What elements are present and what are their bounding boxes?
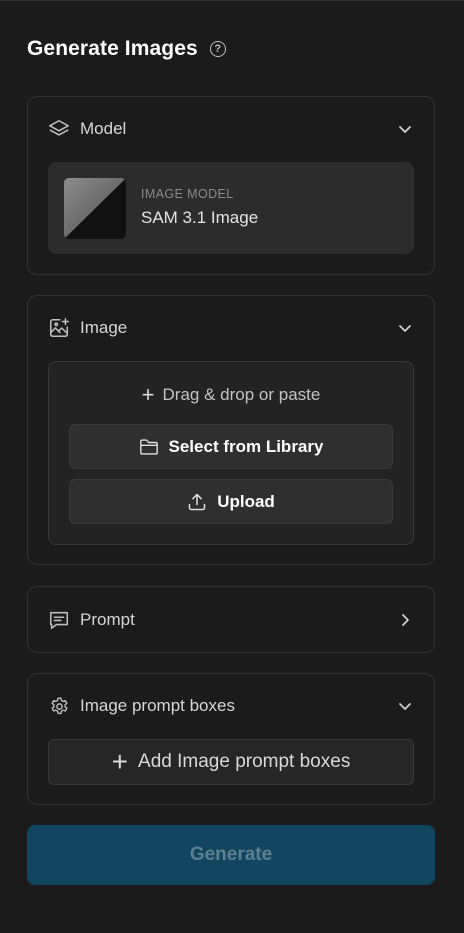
- image-section-label: Image: [80, 318, 128, 337]
- upload-button[interactable]: Upload: [69, 479, 393, 524]
- image-prompt-boxes-header[interactable]: Image prompt boxes: [48, 674, 414, 738]
- image-prompt-boxes-label: Image prompt boxes: [80, 696, 235, 715]
- generate-label: Generate: [189, 844, 273, 865]
- select-from-library-button[interactable]: Select from Library: [69, 424, 393, 469]
- image-dropzone[interactable]: + Drag & drop or paste Select from Libra…: [48, 361, 414, 545]
- prompt-section[interactable]: Prompt: [27, 586, 435, 653]
- image-section: Image + Drag & drop or paste Select from…: [27, 295, 435, 565]
- layers-icon: [48, 118, 70, 140]
- plus-icon: +: [111, 746, 129, 777]
- prompt-section-header[interactable]: Prompt: [48, 587, 414, 652]
- model-caption: IMAGE MODEL: [141, 187, 234, 201]
- panel-header: Generate Images ?: [27, 36, 226, 62]
- question-circle-icon[interactable]: ?: [209, 41, 226, 57]
- chevron-down-icon[interactable]: [396, 697, 414, 715]
- message-icon: [48, 609, 70, 631]
- model-section: Model IMAGE MODEL SAM 3.1 Image: [27, 96, 435, 275]
- generate-button[interactable]: Generate: [27, 825, 435, 885]
- dropzone-label: Drag & drop or paste: [162, 385, 321, 404]
- image-add-icon: [48, 317, 70, 339]
- top-divider: [0, 0, 464, 1]
- folder-icon: [139, 437, 159, 457]
- page-title: Generate Images: [27, 37, 198, 60]
- image-prompt-boxes-section: Image prompt boxes + Add Image prompt bo…: [27, 673, 435, 805]
- upload-icon: [187, 492, 207, 512]
- model-section-header[interactable]: Model: [48, 97, 414, 161]
- model-thumbnail: [64, 178, 126, 239]
- upload-label: Upload: [217, 491, 275, 511]
- model-selector[interactable]: IMAGE MODEL SAM 3.1 Image: [48, 162, 414, 254]
- image-section-header[interactable]: Image: [48, 296, 414, 360]
- model-section-label: Model: [80, 119, 127, 138]
- chevron-down-icon[interactable]: [396, 319, 414, 337]
- chevron-right-icon[interactable]: [396, 611, 414, 629]
- chevron-down-icon[interactable]: [396, 120, 414, 138]
- select-from-library-label: Select from Library: [168, 436, 324, 456]
- gear-icon: [48, 695, 70, 717]
- prompt-section-label: Prompt: [80, 609, 135, 629]
- plus-icon: +: [141, 382, 155, 407]
- add-image-prompt-boxes-label: Add Image prompt boxes: [138, 751, 351, 772]
- model-name: SAM 3.1 Image: [141, 208, 259, 227]
- dropzone-hint: + Drag & drop or paste: [49, 382, 413, 408]
- add-image-prompt-boxes-button[interactable]: + Add Image prompt boxes: [48, 739, 414, 785]
